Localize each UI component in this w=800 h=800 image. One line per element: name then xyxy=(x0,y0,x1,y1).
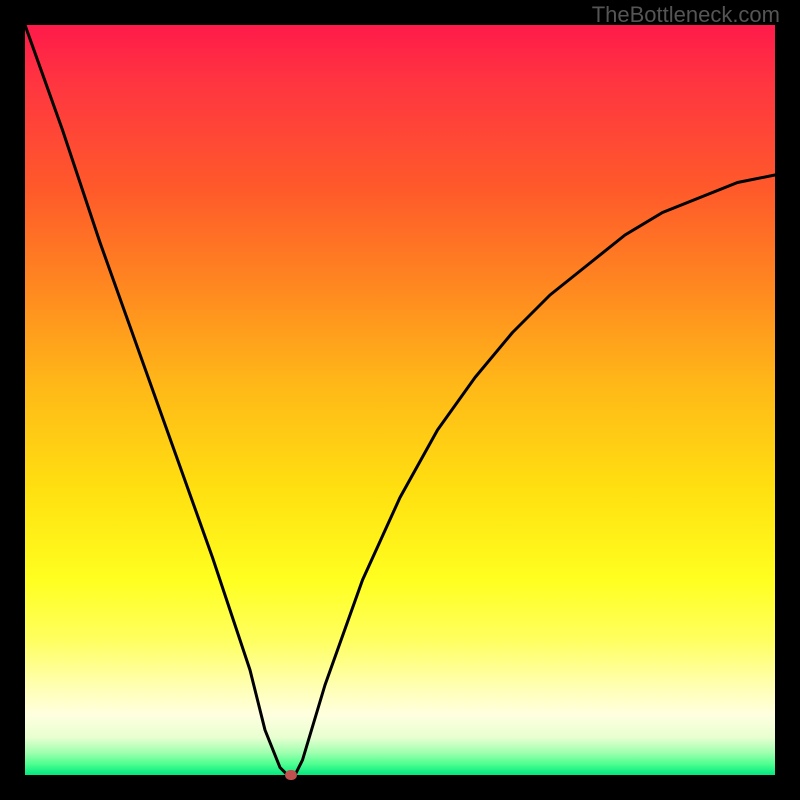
gradient-background xyxy=(25,25,775,775)
chart-plot-area xyxy=(25,25,775,775)
watermark-text: TheBottleneck.com xyxy=(592,2,780,28)
optimal-point-marker xyxy=(285,770,297,780)
